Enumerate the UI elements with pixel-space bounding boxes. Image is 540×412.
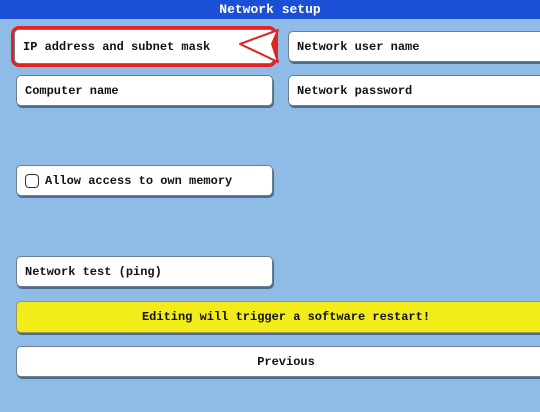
checkbox-icon[interactable]	[25, 173, 39, 188]
computer-name-label: Computer name	[25, 83, 119, 98]
restart-warning-banner: Editing will trigger a software restart!	[16, 301, 540, 333]
ip-address-label: IP address and subnet mask	[23, 39, 211, 54]
restart-warning-text: Editing will trigger a software restart!	[141, 310, 431, 324]
computer-name-button[interactable]: Computer name	[16, 75, 273, 106]
network-password-button[interactable]: Network password	[288, 75, 540, 106]
window-title: Network setup	[0, 0, 540, 19]
network-test-button[interactable]: Network test (ping)	[16, 256, 273, 287]
network-user-name-button[interactable]: Network user name	[288, 31, 540, 62]
network-test-label: Network test (ping)	[25, 264, 162, 279]
previous-button[interactable]: Previous	[16, 346, 540, 377]
ip-address-button[interactable]: IP address and subnet mask	[11, 26, 277, 67]
network-setup-screen: Network setup IP address and subnet mask…	[0, 0, 540, 412]
allow-access-label: Allow access to own memory	[45, 173, 233, 188]
previous-label: Previous	[257, 354, 315, 369]
network-password-label: Network password	[297, 83, 413, 98]
allow-access-button[interactable]: Allow access to own memory	[16, 165, 273, 196]
network-user-name-label: Network user name	[297, 39, 420, 54]
